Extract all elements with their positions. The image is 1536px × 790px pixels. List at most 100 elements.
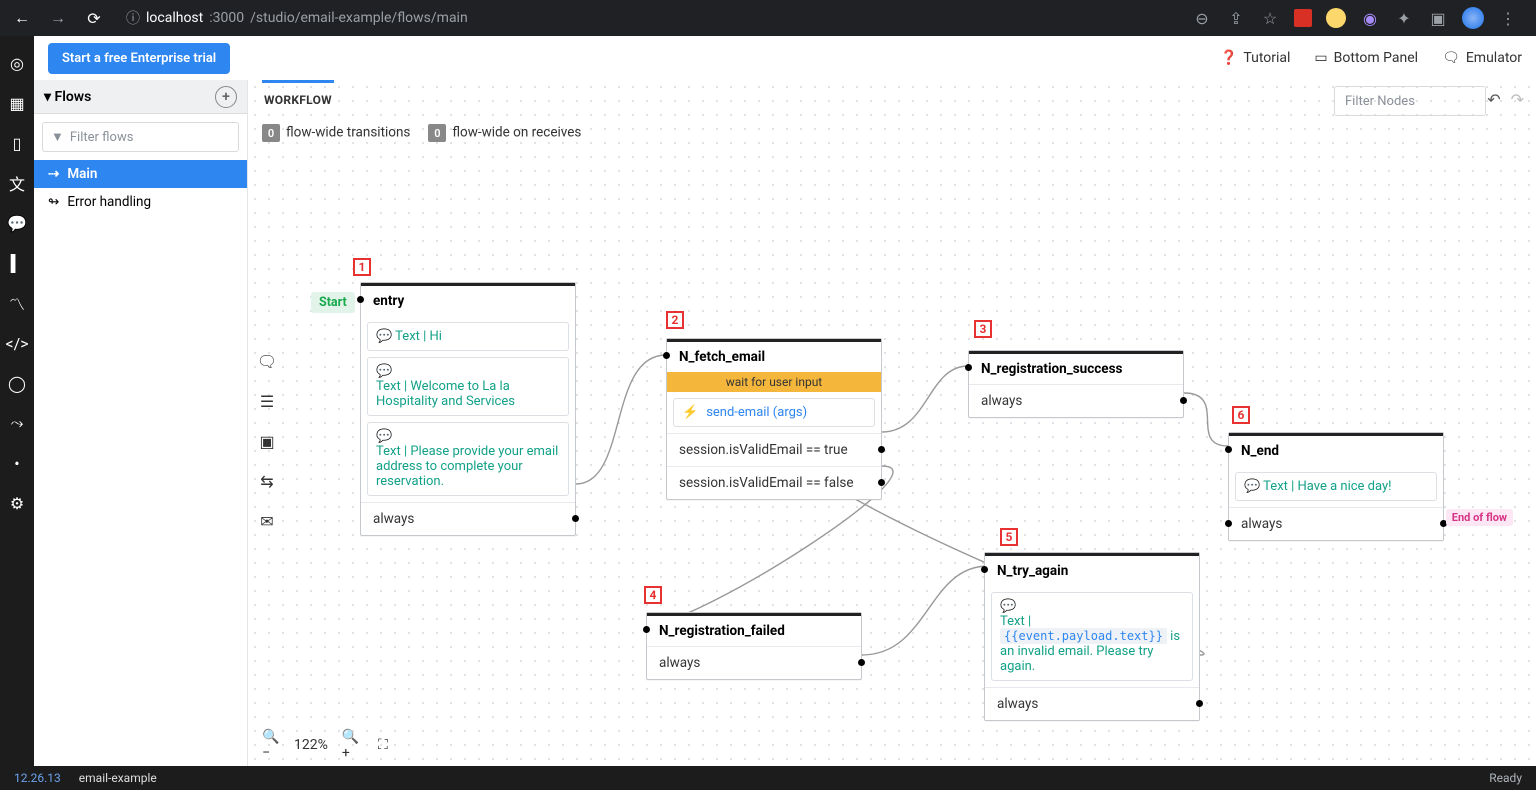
out-port[interactable] <box>1196 700 1203 707</box>
hooks-icon[interactable]: ◯ <box>8 374 26 392</box>
node-reg-failed[interactable]: N_registration_failed always <box>646 612 862 680</box>
flowwide-transitions[interactable]: 0flow-wide transitions <box>262 124 410 142</box>
node-number-3: 3 <box>974 320 992 338</box>
reload-button[interactable]: ⟳ <box>80 4 108 32</box>
filter-nodes-input[interactable]: Filter Nodes <box>1334 86 1486 116</box>
panel-toggle-icon: ▭ <box>1314 50 1327 66</box>
url-path: /studio/email-example/flows/main <box>250 10 468 26</box>
emulator-link[interactable]: 🗨Emulator <box>1442 50 1522 66</box>
condition[interactable]: always <box>1229 507 1443 540</box>
in-port[interactable] <box>981 566 988 573</box>
logo-icon[interactable]: ◎ <box>8 54 26 72</box>
forward-button[interactable]: → <box>44 4 72 32</box>
out-port[interactable] <box>858 659 865 666</box>
message-icon: 💬 <box>376 429 392 444</box>
ext-red-icon[interactable] <box>1294 9 1312 27</box>
add-flow-button[interactable]: + <box>215 86 237 108</box>
canvas-tools: 🗨 ☰ ▣ ⇆ ✉ <box>256 350 278 532</box>
zoom-icon[interactable]: ⊖ <box>1192 8 1212 28</box>
url-bar[interactable]: ⓘ localhost:3000/studio/email-example/fl… <box>116 8 1184 28</box>
node-entry[interactable]: Start entry 💬 Text | Hi 💬Text | Welcome … <box>360 282 576 536</box>
back-button[interactable]: ← <box>8 4 36 32</box>
redo-button[interactable]: ↷ <box>1511 90 1524 109</box>
zoom-in-button[interactable]: 🔍+ <box>342 736 360 754</box>
tool-camera[interactable]: ▣ <box>256 430 278 452</box>
flow-item-main[interactable]: ⇢ Main <box>34 160 247 188</box>
msg-card[interactable]: 💬Text | {{event.payload.text}} is an inv… <box>991 592 1193 681</box>
msg-card[interactable]: 💬 Text | Have a nice day! <box>1235 472 1437 501</box>
msg-card[interactable]: 💬Text | Welcome to La la Hospitality and… <box>367 357 569 416</box>
help-icon: ❓ <box>1220 50 1237 66</box>
condition-false[interactable]: session.isValidEmail == false <box>667 466 881 499</box>
tool-mail[interactable]: ✉ <box>256 510 278 532</box>
out-port[interactable] <box>572 515 579 522</box>
tool-comment[interactable]: 🗨 <box>256 350 278 372</box>
star-icon[interactable]: ☆ <box>1260 8 1280 28</box>
share-icon[interactable]: ⇪ <box>1226 8 1246 28</box>
code-icon[interactable]: </> <box>8 334 26 352</box>
tool-list[interactable]: ☰ <box>256 390 278 412</box>
in-port[interactable] <box>643 626 650 633</box>
status-ready: Ready <box>1489 771 1522 785</box>
analytics-icon[interactable]: 〽 <box>8 294 26 312</box>
in-port[interactable] <box>1225 446 1232 453</box>
url-host: localhost <box>146 10 203 26</box>
condition-true[interactable]: session.isValidEmail == true <box>667 433 881 466</box>
in-port[interactable] <box>965 364 972 371</box>
translate-icon[interactable]: 文 <box>8 174 26 192</box>
node-number-6: 6 <box>1232 406 1250 424</box>
message-icon: 💬 <box>1000 599 1016 614</box>
ext-purple-icon[interactable]: ◉ <box>1360 8 1380 28</box>
tool-align[interactable]: ⇆ <box>256 470 278 492</box>
emulator-icon: 🗨 <box>1442 50 1460 66</box>
action-card[interactable]: ⚡send-email (args) <box>673 398 875 427</box>
extensions-icon[interactable]: ✦ <box>1394 8 1414 28</box>
ext-face-icon[interactable] <box>1326 8 1346 28</box>
doc-icon[interactable]: ▯ <box>8 134 26 152</box>
menu-icon[interactable]: ⋮ <box>1498 8 1518 28</box>
node-number-2: 2 <box>666 311 684 329</box>
flow-icon-error: ↬ <box>48 194 59 210</box>
icon-rail: ◎ ▦ ▯ 文 💬 ▍ 〽 </> ◯ ⤳ • ⚙ <box>0 36 34 766</box>
panel-icon[interactable]: ▣ <box>1428 8 1448 28</box>
url-port: :3000 <box>209 10 244 26</box>
library-icon[interactable]: ▍ <box>8 254 26 272</box>
flows-header[interactable]: ▾ Flows + <box>34 80 247 114</box>
chat-icon[interactable]: 💬 <box>8 214 26 232</box>
out-port[interactable] <box>878 479 885 486</box>
node-end[interactable]: N_end 💬 Text | Have a nice day! always E… <box>1228 432 1444 541</box>
fit-button[interactable]: ⛶ <box>374 736 392 754</box>
node-number-4: 4 <box>644 586 662 604</box>
settings-icon[interactable]: ⚙ <box>8 494 26 512</box>
avatar-icon[interactable] <box>1462 7 1484 29</box>
node-fetch-email[interactable]: N_fetch_email wait for user input ⚡send-… <box>666 338 882 500</box>
dot-icon[interactable]: • <box>8 454 26 472</box>
out-port[interactable] <box>1180 397 1187 404</box>
condition[interactable]: always <box>985 687 1199 720</box>
out-port[interactable] <box>878 446 885 453</box>
zoom-out-button[interactable]: 🔍− <box>262 736 280 754</box>
in-port[interactable] <box>663 352 670 359</box>
filter-flows-input[interactable]: ▼ Filter flows <box>42 122 239 152</box>
layout-icon[interactable]: ▦ <box>8 94 26 112</box>
condition[interactable]: always <box>361 502 575 535</box>
node-reg-success[interactable]: N_registration_success always <box>968 350 1184 418</box>
canvas[interactable]: WORKFLOW 0flow-wide transitions 0flow-wi… <box>248 80 1536 766</box>
branch-icon[interactable]: ⤳ <box>8 414 26 432</box>
status-bar: 12.26.13email-example Ready <box>0 766 1536 790</box>
tutorial-link[interactable]: ❓Tutorial <box>1220 50 1290 66</box>
bottom-panel-link[interactable]: ▭Bottom Panel <box>1314 50 1418 66</box>
flow-item-error[interactable]: ↬ Error handling <box>34 188 247 216</box>
in-port-end[interactable] <box>1225 520 1232 527</box>
in-port[interactable] <box>357 296 364 303</box>
msg-card[interactable]: 💬 Text | Hi <box>367 322 569 351</box>
condition[interactable]: always <box>647 646 861 679</box>
node-number-5: 5 <box>1000 528 1018 546</box>
trial-button[interactable]: Start a free Enterprise trial <box>48 43 230 74</box>
condition[interactable]: always <box>969 384 1183 417</box>
flowwide-onreceives[interactable]: 0flow-wide on receives <box>428 124 581 142</box>
msg-card[interactable]: 💬Text | Please provide your email addres… <box>367 422 569 496</box>
undo-button[interactable]: ↶ <box>1487 90 1500 109</box>
workflow-tab[interactable]: WORKFLOW <box>262 80 334 117</box>
node-try-again[interactable]: N_try_again 💬Text | {{event.payload.text… <box>984 552 1200 721</box>
